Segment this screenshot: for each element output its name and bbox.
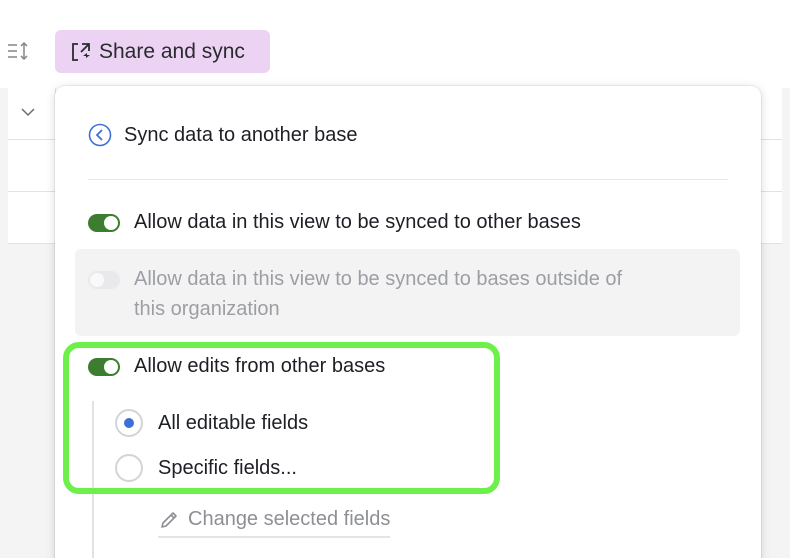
share-sync-icon bbox=[72, 42, 90, 61]
allow-edits-toggle[interactable] bbox=[88, 358, 120, 376]
chevron-down-icon[interactable] bbox=[20, 104, 36, 120]
indent-guide bbox=[92, 401, 94, 558]
chevron-left-circle-icon bbox=[88, 123, 112, 147]
all-editable-fields-label: All editable fields bbox=[158, 412, 309, 434]
popover-title: Sync data to another base bbox=[124, 123, 358, 146]
all-editable-fields-radio[interactable] bbox=[115, 409, 143, 437]
allow-sync-toggle[interactable] bbox=[88, 214, 120, 232]
sync-popover: Sync data to another base Allow data in … bbox=[55, 86, 761, 558]
allow-sync-label: Allow data in this view to be synced to … bbox=[134, 211, 581, 233]
sort-lines-icon[interactable] bbox=[6, 40, 30, 62]
back-button[interactable]: Sync data to another base bbox=[88, 123, 358, 147]
share-button-label: Share and sync bbox=[99, 39, 245, 63]
divider bbox=[88, 179, 728, 180]
change-fields-label: Change selected fields bbox=[188, 508, 391, 530]
change-selected-fields-button[interactable]: Change selected fields bbox=[158, 508, 391, 538]
allow-outside-label-line2: this organization bbox=[134, 298, 280, 320]
allow-outside-label-line1: Allow data in this view to be synced to … bbox=[134, 268, 623, 290]
share-and-sync-button[interactable]: Share and sync bbox=[55, 30, 270, 73]
allow-edits-label: Allow edits from other bases bbox=[134, 355, 386, 377]
pencil-icon bbox=[161, 511, 177, 528]
allow-outside-toggle[interactable] bbox=[88, 271, 120, 289]
specific-fields-radio[interactable] bbox=[115, 454, 143, 482]
specific-fields-label: Specific fields... bbox=[158, 457, 297, 479]
